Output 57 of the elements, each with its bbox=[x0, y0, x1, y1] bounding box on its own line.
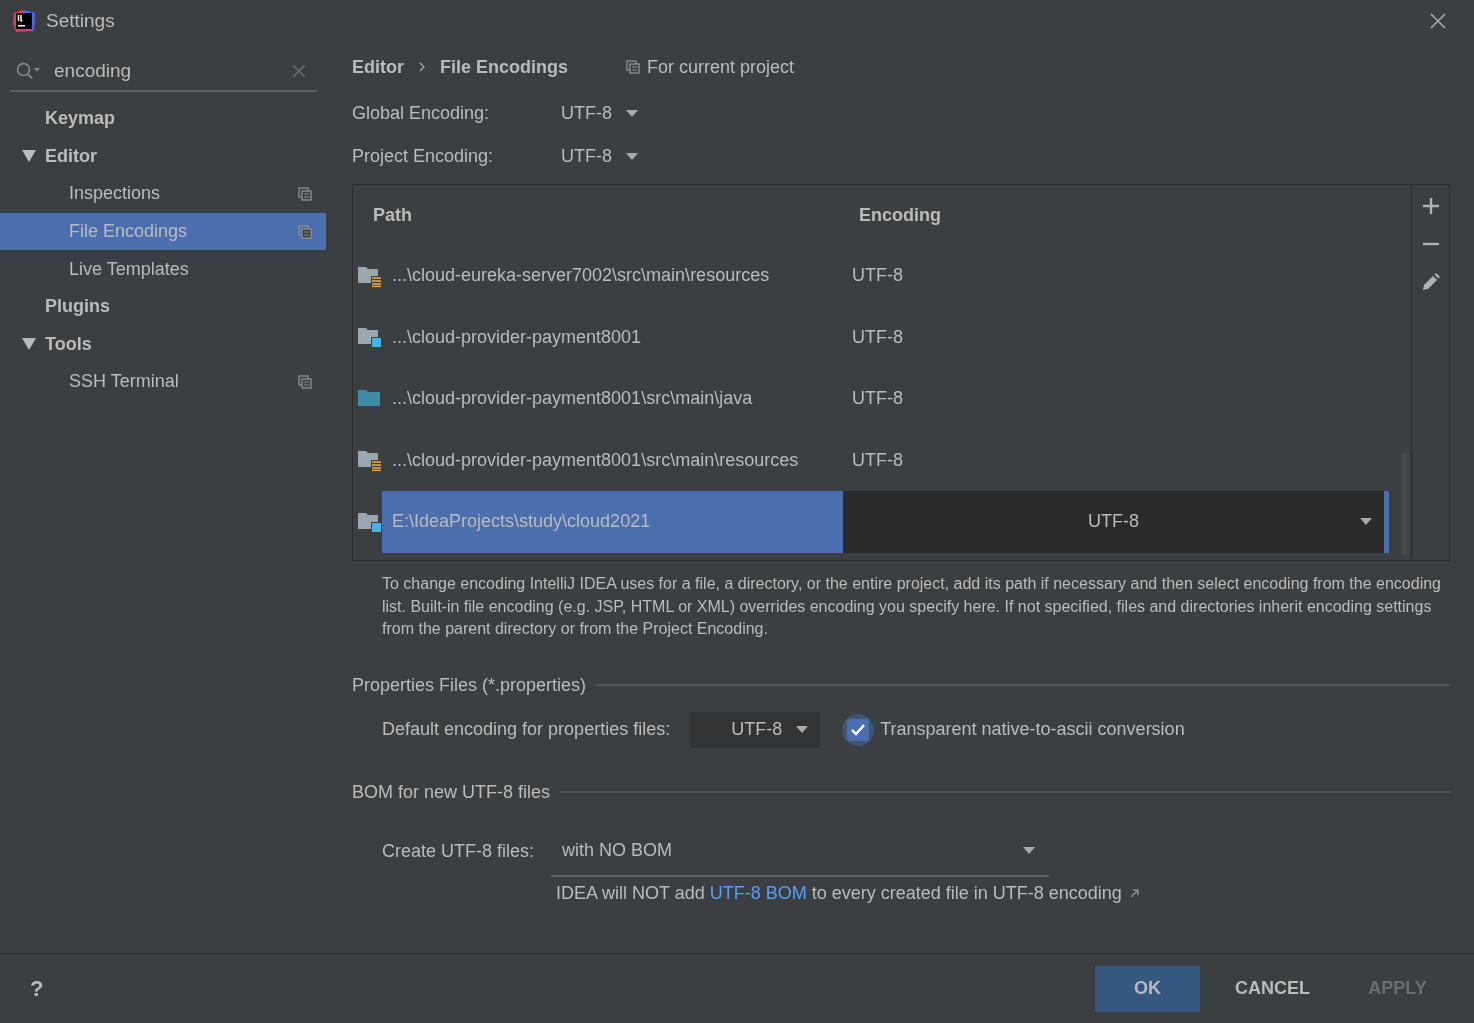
scope-label: For current project bbox=[647, 56, 795, 78]
project-scope-icon bbox=[626, 60, 640, 74]
encoding-cell[interactable]: UTF-8 bbox=[844, 326, 903, 348]
project-encoding-dropdown[interactable]: UTF-8 bbox=[561, 146, 638, 167]
field-label: Default encoding for properties files: bbox=[382, 719, 671, 740]
chevron-right-icon bbox=[418, 62, 426, 72]
close-icon[interactable] bbox=[1430, 13, 1446, 29]
expanded-arrow-icon[interactable] bbox=[22, 338, 36, 351]
bom-dropdown[interactable]: with NO BOM bbox=[551, 826, 1050, 877]
search-icon bbox=[16, 62, 42, 80]
dropdown-caret-icon bbox=[626, 110, 638, 117]
project-encoding-label: Project Encoding: bbox=[352, 146, 495, 167]
app-logo-icon bbox=[12, 9, 36, 33]
global-encoding-dropdown[interactable]: UTF-8 bbox=[561, 103, 638, 124]
sidebar-item[interactable]: Live Templates bbox=[0, 250, 326, 288]
expanded-arrow-icon[interactable] bbox=[22, 150, 36, 163]
external-link-arrow-icon bbox=[1129, 888, 1140, 898]
path-cell[interactable]: ...\cloud-provider-payment8001\src\main\resources bbox=[392, 449, 844, 471]
field-label: Create UTF-8 files: bbox=[382, 841, 535, 862]
sidebar-item[interactable]: Editor bbox=[0, 137, 326, 176]
help-button[interactable]: ? bbox=[30, 975, 1075, 1002]
sidebar-item[interactable]: Tools bbox=[0, 325, 326, 364]
dropdown-caret-icon bbox=[626, 153, 638, 160]
sidebar-item[interactable]: Keymap bbox=[0, 100, 326, 138]
encoding-cell[interactable]: UTF-8 bbox=[844, 388, 903, 410]
dialog-button[interactable]: OK bbox=[1095, 965, 1200, 1012]
breadcrumb-item: File Encodings bbox=[440, 56, 568, 78]
path-cell[interactable]: ...\cloud-eureka-server7002\src\main\resources bbox=[392, 265, 844, 287]
edit-icon[interactable] bbox=[1421, 273, 1440, 291]
encoding-cell[interactable]: UTF-8 bbox=[844, 449, 903, 471]
path-cell[interactable]: ...\cloud-provider-payment8001 bbox=[392, 326, 844, 348]
path-cell[interactable]: ...\cloud-provider-payment8001\src\main\java bbox=[392, 388, 844, 410]
properties-encoding-dropdown[interactable]: UTF-8 bbox=[690, 711, 821, 748]
sidebar-item[interactable]: Inspections bbox=[0, 175, 326, 213]
add-icon[interactable] bbox=[1421, 197, 1440, 215]
checkmark-icon bbox=[850, 722, 867, 737]
checkbox[interactable] bbox=[842, 713, 875, 746]
checkbox-label[interactable]: Transparent native-to-ascii conversion bbox=[880, 719, 1185, 740]
breadcrumb-item: Editor bbox=[352, 56, 404, 78]
section-title: BOM for new UTF-8 files bbox=[352, 781, 551, 803]
window-title: Settings bbox=[46, 10, 116, 32]
global-encoding-label: Global Encoding: bbox=[352, 103, 491, 124]
column-header[interactable]: Path bbox=[353, 204, 839, 226]
encoding-dropdown[interactable]: UTF-8 bbox=[843, 491, 1389, 553]
hint-text: IDEA will NOT add UTF-8 BOM to every created file in UTF-8 encoding bbox=[556, 882, 1122, 904]
encoding-cell[interactable]: UTF-8 bbox=[844, 265, 903, 287]
sidebar-item[interactable]: SSH Terminal bbox=[0, 363, 326, 401]
sidebar-item[interactable]: Plugins bbox=[0, 287, 326, 326]
search-field[interactable]: encoding bbox=[52, 59, 283, 83]
dialog-button[interactable]: CANCEL bbox=[1220, 965, 1325, 1012]
dropdown-caret-icon bbox=[796, 726, 809, 733]
dropdown-caret-icon bbox=[1023, 847, 1036, 854]
description-text: To change encoding IntelliJ IDEA uses for a file, a directory, or the entire project, add its path if necessary and then select encoding from the encoding list. Built-in file encoding (e.g. JSP, HTML or XML) overrides encoding you specify here. If not specified, files and directories inherit encoding settings from the parent directory or from the Project Encoding. bbox=[381, 574, 1442, 639]
dropdown-caret-icon bbox=[1360, 518, 1372, 525]
section-title: Properties Files (*.properties) bbox=[352, 674, 587, 696]
utf8-bom-link[interactable]: UTF-8 BOM bbox=[709, 882, 807, 903]
column-header[interactable]: Encoding bbox=[839, 204, 941, 226]
